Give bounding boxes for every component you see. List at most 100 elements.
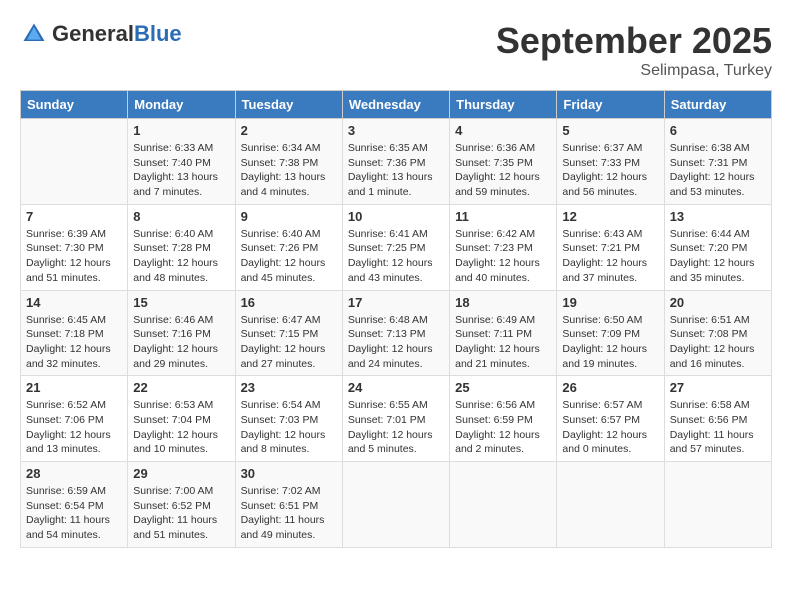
calendar-cell: 5 Sunrise: 6:37 AMSunset: 7:33 PMDaylight… bbox=[557, 119, 664, 205]
calendar-header-wednesday: Wednesday bbox=[342, 91, 449, 119]
calendar-week-row: 28 Sunrise: 6:59 AMSunset: 6:54 PMDayligh… bbox=[21, 462, 772, 548]
location-title: Selimpasa, Turkey bbox=[496, 62, 772, 80]
day-info: Sunrise: 6:40 AMSunset: 7:26 PMDaylight:… bbox=[241, 227, 337, 286]
calendar-cell: 23 Sunrise: 6:54 AMSunset: 7:03 PMDayligh… bbox=[235, 376, 342, 462]
calendar-week-row: 21Sunrise: 6:52 AMSunset: 7:06 PMDayligh… bbox=[21, 376, 772, 462]
calendar-cell: 29 Sunrise: 7:00 AMSunset: 6:52 PMDayligh… bbox=[128, 462, 235, 548]
month-title: September 2025 bbox=[496, 20, 772, 62]
calendar-cell: 28 Sunrise: 6:59 AMSunset: 6:54 PMDayligh… bbox=[21, 462, 128, 548]
day-info: Sunrise: 6:56 AMSunset: 6:59 PMDaylight:… bbox=[455, 398, 551, 457]
day-number: 29 bbox=[133, 466, 229, 481]
day-info: Sunrise: 6:49 AMSunset: 7:11 PMDaylight:… bbox=[455, 313, 551, 372]
day-number: 10 bbox=[348, 209, 444, 224]
day-info: Sunrise: 6:42 AMSunset: 7:23 PMDaylight:… bbox=[455, 227, 551, 286]
day-number: 3 bbox=[348, 123, 444, 138]
day-number: 16 bbox=[241, 295, 337, 310]
day-number: 25 bbox=[455, 380, 551, 395]
calendar-cell bbox=[557, 462, 664, 548]
day-info: Sunrise: 6:50 AMSunset: 7:09 PMDaylight:… bbox=[562, 313, 658, 372]
day-info: Sunrise: 6:46 AMSunset: 7:16 PMDaylight:… bbox=[133, 313, 229, 372]
calendar-week-row: 14 Sunrise: 6:45 AMSunset: 7:18 PMDayligh… bbox=[21, 290, 772, 376]
day-number: 20 bbox=[670, 295, 766, 310]
calendar-cell: 3 Sunrise: 6:35 AMSunset: 7:36 PMDaylight… bbox=[342, 119, 449, 205]
day-number: 6 bbox=[670, 123, 766, 138]
calendar-cell: 24 Sunrise: 6:55 AMSunset: 7:01 PMDayligh… bbox=[342, 376, 449, 462]
calendar-week-row: 7Sunrise: 6:39 AMSunset: 7:30 PMDaylight… bbox=[21, 204, 772, 290]
day-number: 27 bbox=[670, 380, 766, 395]
logo-icon bbox=[20, 20, 48, 48]
calendar-cell: 1Sunrise: 6:33 AMSunset: 7:40 PMDaylight… bbox=[128, 119, 235, 205]
day-number: 28 bbox=[26, 466, 122, 481]
day-info: Sunrise: 6:33 AMSunset: 7:40 PMDaylight:… bbox=[133, 141, 229, 200]
page-header: GeneralBlue September 2025 Selimpasa, Tu… bbox=[20, 20, 772, 80]
calendar-cell: 27 Sunrise: 6:58 AMSunset: 6:56 PMDayligh… bbox=[664, 376, 771, 462]
day-info: Sunrise: 6:48 AMSunset: 7:13 PMDaylight:… bbox=[348, 313, 444, 372]
calendar-cell: 12 Sunrise: 6:43 AMSunset: 7:21 PMDayligh… bbox=[557, 204, 664, 290]
day-info: Sunrise: 6:35 AMSunset: 7:36 PMDaylight:… bbox=[348, 141, 444, 200]
day-info: Sunrise: 6:54 AMSunset: 7:03 PMDaylight:… bbox=[241, 398, 337, 457]
calendar-cell: 8 Sunrise: 6:40 AMSunset: 7:28 PMDaylight… bbox=[128, 204, 235, 290]
day-number: 15 bbox=[133, 295, 229, 310]
day-number: 9 bbox=[241, 209, 337, 224]
calendar-cell: 20 Sunrise: 6:51 AMSunset: 7:08 PMDayligh… bbox=[664, 290, 771, 376]
calendar-cell: 11 Sunrise: 6:42 AMSunset: 7:23 PMDayligh… bbox=[450, 204, 557, 290]
day-number: 5 bbox=[562, 123, 658, 138]
logo-blue: Blue bbox=[134, 21, 182, 46]
day-number: 30 bbox=[241, 466, 337, 481]
calendar-cell: 10 Sunrise: 6:41 AMSunset: 7:25 PMDayligh… bbox=[342, 204, 449, 290]
day-info: Sunrise: 6:58 AMSunset: 6:56 PMDaylight:… bbox=[670, 398, 766, 457]
day-number: 17 bbox=[348, 295, 444, 310]
day-number: 13 bbox=[670, 209, 766, 224]
calendar-header-tuesday: Tuesday bbox=[235, 91, 342, 119]
calendar-cell: 9 Sunrise: 6:40 AMSunset: 7:26 PMDaylight… bbox=[235, 204, 342, 290]
day-number: 19 bbox=[562, 295, 658, 310]
day-info: Sunrise: 6:59 AMSunset: 6:54 PMDaylight:… bbox=[26, 484, 122, 543]
calendar-cell: 16 Sunrise: 6:47 AMSunset: 7:15 PMDayligh… bbox=[235, 290, 342, 376]
day-info: Sunrise: 6:47 AMSunset: 7:15 PMDaylight:… bbox=[241, 313, 337, 372]
calendar-week-row: 1Sunrise: 6:33 AMSunset: 7:40 PMDaylight… bbox=[21, 119, 772, 205]
calendar-header-thursday: Thursday bbox=[450, 91, 557, 119]
logo: GeneralBlue bbox=[20, 20, 182, 48]
day-number: 22 bbox=[133, 380, 229, 395]
day-info: Sunrise: 6:40 AMSunset: 7:28 PMDaylight:… bbox=[133, 227, 229, 286]
day-info: Sunrise: 6:55 AMSunset: 7:01 PMDaylight:… bbox=[348, 398, 444, 457]
day-number: 8 bbox=[133, 209, 229, 224]
calendar-table: SundayMondayTuesdayWednesdayThursdayFrid… bbox=[20, 90, 772, 548]
day-number: 24 bbox=[348, 380, 444, 395]
day-info: Sunrise: 6:57 AMSunset: 6:57 PMDaylight:… bbox=[562, 398, 658, 457]
calendar-header-saturday: Saturday bbox=[664, 91, 771, 119]
calendar-cell: 21Sunrise: 6:52 AMSunset: 7:06 PMDayligh… bbox=[21, 376, 128, 462]
calendar-cell: 22 Sunrise: 6:53 AMSunset: 7:04 PMDayligh… bbox=[128, 376, 235, 462]
day-info: Sunrise: 6:45 AMSunset: 7:18 PMDaylight:… bbox=[26, 313, 122, 372]
title-block: September 2025 Selimpasa, Turkey bbox=[496, 20, 772, 80]
day-number: 14 bbox=[26, 295, 122, 310]
calendar-cell: 19 Sunrise: 6:50 AMSunset: 7:09 PMDayligh… bbox=[557, 290, 664, 376]
calendar-cell: 15 Sunrise: 6:46 AMSunset: 7:16 PMDayligh… bbox=[128, 290, 235, 376]
day-number: 2 bbox=[241, 123, 337, 138]
day-number: 23 bbox=[241, 380, 337, 395]
calendar-cell: 2 Sunrise: 6:34 AMSunset: 7:38 PMDaylight… bbox=[235, 119, 342, 205]
calendar-cell: 13Sunrise: 6:44 AMSunset: 7:20 PMDayligh… bbox=[664, 204, 771, 290]
day-info: Sunrise: 6:51 AMSunset: 7:08 PMDaylight:… bbox=[670, 313, 766, 372]
day-info: Sunrise: 7:00 AMSunset: 6:52 PMDaylight:… bbox=[133, 484, 229, 543]
day-info: Sunrise: 6:34 AMSunset: 7:38 PMDaylight:… bbox=[241, 141, 337, 200]
day-number: 26 bbox=[562, 380, 658, 395]
day-number: 12 bbox=[562, 209, 658, 224]
calendar-cell: 26 Sunrise: 6:57 AMSunset: 6:57 PMDayligh… bbox=[557, 376, 664, 462]
day-info: Sunrise: 6:53 AMSunset: 7:04 PMDaylight:… bbox=[133, 398, 229, 457]
calendar-header-sunday: Sunday bbox=[21, 91, 128, 119]
day-number: 4 bbox=[455, 123, 551, 138]
calendar-cell: 6Sunrise: 6:38 AMSunset: 7:31 PMDaylight… bbox=[664, 119, 771, 205]
day-number: 21 bbox=[26, 380, 122, 395]
day-info: Sunrise: 7:02 AMSunset: 6:51 PMDaylight:… bbox=[241, 484, 337, 543]
calendar-cell bbox=[21, 119, 128, 205]
calendar-cell: 7Sunrise: 6:39 AMSunset: 7:30 PMDaylight… bbox=[21, 204, 128, 290]
day-info: Sunrise: 6:43 AMSunset: 7:21 PMDaylight:… bbox=[562, 227, 658, 286]
day-info: Sunrise: 6:37 AMSunset: 7:33 PMDaylight:… bbox=[562, 141, 658, 200]
calendar-cell: 17 Sunrise: 6:48 AMSunset: 7:13 PMDayligh… bbox=[342, 290, 449, 376]
day-info: Sunrise: 6:39 AMSunset: 7:30 PMDaylight:… bbox=[26, 227, 122, 286]
day-info: Sunrise: 6:41 AMSunset: 7:25 PMDaylight:… bbox=[348, 227, 444, 286]
calendar-cell bbox=[450, 462, 557, 548]
day-number: 11 bbox=[455, 209, 551, 224]
calendar-cell: 30 Sunrise: 7:02 AMSunset: 6:51 PMDayligh… bbox=[235, 462, 342, 548]
